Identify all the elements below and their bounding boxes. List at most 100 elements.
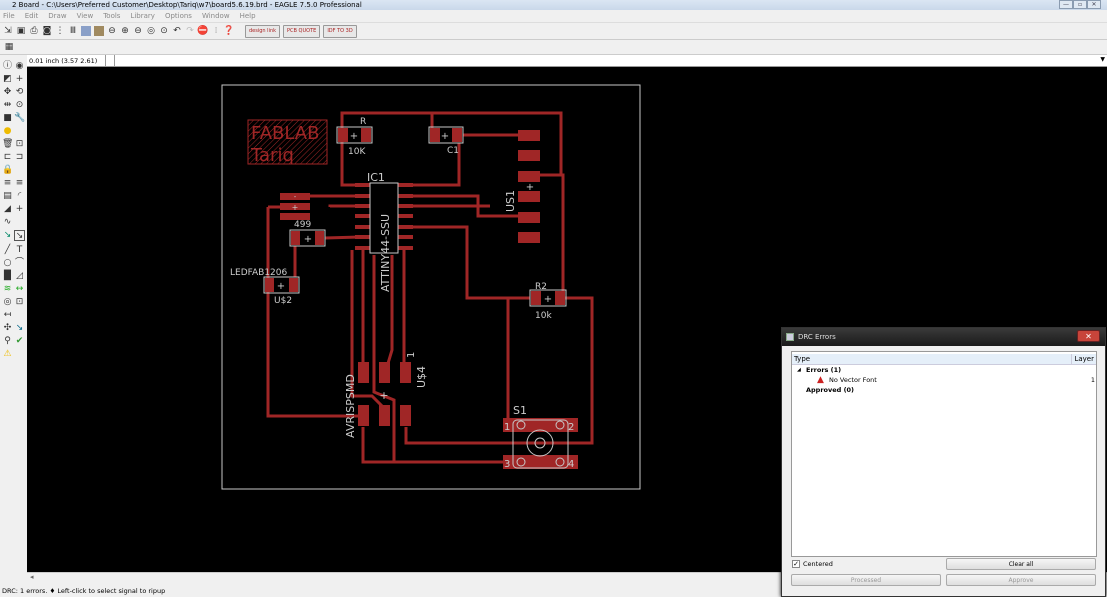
collapse-arrow-icon[interactable]: ◢ [797, 367, 801, 373]
mark-icon[interactable]: + [14, 74, 25, 85]
menu-help[interactable]: Help [240, 10, 256, 22]
maximize-button[interactable]: ▫ [1073, 0, 1087, 9]
status-bar: DRC: 1 errors. ♦ Left-click to select si… [2, 587, 166, 595]
drc-error-list[interactable]: Type Layer ◢ Errors (1) ▲ No Vector Font… [791, 351, 1097, 557]
command-line-spacer [107, 55, 115, 67]
minimize-button[interactable]: — [1059, 0, 1073, 9]
display-icon[interactable]: ◩ [2, 74, 13, 85]
toolbar: ⇲ ▣ ⎙ ◙ ⋮ Ⅲ ⊖ ⊕ ⊖ ◎ ⊙ ↶ ↷ ⛔ ⁞ ❓ design link PCB QUOTE IDF… [0, 22, 1107, 40]
column-layer[interactable]: Layer [1071, 354, 1094, 365]
info-icon[interactable]: ⓘ [2, 61, 13, 72]
zoom-redraw-icon[interactable]: ◎ [146, 26, 156, 36]
menu-options[interactable]: Options [165, 10, 192, 22]
ratsnest-icon[interactable]: ✣ [2, 323, 13, 334]
split-icon[interactable]: ◢ [2, 204, 13, 215]
zoom-fit-icon[interactable]: ⊖ [107, 26, 117, 36]
command-input[interactable] [115, 55, 1095, 67]
change-icon[interactable]: 🔧 [14, 113, 25, 124]
drc-errors-dialog: DRC Errors ✕ Type Layer ◢ Errors (1) ▲ N… [781, 327, 1106, 597]
attribute-icon[interactable]: ⊡ [14, 297, 25, 308]
rect-icon[interactable]: █ [2, 271, 13, 282]
ulp-icon[interactable]: Ⅲ [68, 26, 78, 36]
value-icon[interactable]: ≡ [14, 178, 25, 189]
brd-icon[interactable] [94, 26, 104, 36]
dimension-icon[interactable]: ↤ [2, 310, 13, 321]
redo-icon[interactable]: ↷ [185, 26, 195, 36]
open-icon[interactable]: ⇲ [3, 26, 13, 36]
arc-icon[interactable]: ⌒ [14, 258, 25, 269]
dialog-title: DRC Errors [782, 328, 1105, 346]
print-icon[interactable]: ⎙ [29, 26, 39, 36]
approved-group[interactable]: Approved (0) [806, 386, 854, 394]
circle-icon[interactable]: ○ [2, 258, 13, 269]
name-icon[interactable]: ≡ [2, 178, 13, 189]
menu-edit[interactable]: Edit [25, 10, 39, 22]
rotate-icon[interactable]: ⊙ [14, 100, 25, 111]
lock-icon[interactable]: ⊐ [14, 152, 25, 163]
dropdown-arrow-icon[interactable]: ▼ [1100, 56, 1105, 63]
centered-checkbox[interactable]: ✓ [792, 560, 800, 568]
zoom-out-icon[interactable]: ⊖ [133, 26, 143, 36]
drc-icon[interactable]: ✔ [14, 336, 25, 347]
group-icon[interactable]: ■ [2, 113, 13, 124]
menu-bar: File Edit Draw View Tools Library Options Windo… [0, 10, 1107, 22]
hole-icon[interactable]: ◎ [2, 297, 13, 308]
move-icon[interactable]: ✥ [2, 87, 13, 98]
error-row[interactable]: ▲ No Vector Font 1 [817, 375, 1095, 386]
design-link-button[interactable]: design link [245, 24, 281, 38]
cam-icon[interactable]: ◙ [42, 26, 52, 36]
errors-group[interactable]: Errors (1) [806, 366, 841, 374]
grid-icon[interactable]: ▦ [4, 42, 14, 52]
list-header: Type Layer [792, 354, 1096, 365]
text-icon[interactable]: T [14, 245, 25, 256]
clear-all-button[interactable]: Clear all [946, 558, 1096, 570]
dialog-close-button[interactable]: ✕ [1077, 330, 1100, 342]
smash-icon[interactable]: ▤ [2, 191, 13, 202]
meander-icon[interactable]: ∿ [2, 217, 13, 228]
menu-library[interactable]: Library [130, 10, 154, 22]
optimize-icon[interactable]: + [14, 204, 25, 215]
show-icon[interactable]: ◉ [14, 61, 25, 72]
errors-icon[interactable]: ⚠ [2, 349, 13, 360]
idf-to-3d-button[interactable]: IDF TO 3D [323, 24, 357, 38]
coordinate-bar: 0.01 inch (3.57 2.61) ▼ [27, 55, 1107, 67]
ripup-icon[interactable]: ↘ [14, 230, 25, 241]
via-icon[interactable]: ≋ [2, 284, 13, 295]
zoom-select-icon[interactable]: ⊙ [159, 26, 169, 36]
replace-icon[interactable]: ⊏ [2, 152, 13, 163]
parameter-toolbar: ▦ [0, 40, 1107, 55]
add-icon[interactable]: ⊡ [14, 139, 25, 150]
erc-icon[interactable]: ⚲ [2, 336, 13, 347]
route-icon[interactable]: ↘ [2, 230, 13, 241]
undo-icon[interactable]: ↶ [172, 26, 182, 36]
column-type[interactable]: Type [794, 354, 810, 365]
help-icon[interactable]: ❓ [223, 26, 234, 36]
signal-icon[interactable]: ↔ [14, 284, 25, 295]
dialog-app-icon [786, 333, 794, 341]
sch-icon[interactable] [81, 26, 91, 36]
mirror-icon[interactable]: ⇹ [2, 100, 13, 111]
stop-icon[interactable]: ⛔ [197, 26, 208, 36]
save-icon[interactable]: ▣ [16, 26, 26, 36]
warning-icon: ▲ [817, 375, 824, 385]
command-toolbar: ⓘ ◉ ◩ + ✥ ⟲ ⇹ ⊙ ■ 🔧 ● 🗑 ⊡ ⊏ ⊐ 🔒 ≡ ≡ ▤ ◜ ◢ + ∿ ↘ ↘ ╱… [0, 55, 27, 585]
autorouter-icon[interactable]: ↘ [14, 323, 25, 334]
menu-tools[interactable]: Tools [103, 10, 120, 22]
menu-view[interactable]: View [77, 10, 94, 22]
zoom-in-icon[interactable]: ⊕ [120, 26, 130, 36]
script-icon[interactable]: ⋮ [55, 26, 65, 36]
menu-draw[interactable]: Draw [48, 10, 66, 22]
paste-icon[interactable]: ● [2, 126, 13, 137]
miter-icon[interactable]: ◜ [14, 191, 25, 202]
menu-file[interactable]: File [3, 10, 15, 22]
wire-icon[interactable]: ╱ [2, 245, 13, 256]
copy-icon[interactable]: ⟲ [14, 87, 25, 98]
delete-icon[interactable]: 🗑 [2, 139, 13, 150]
pcb-quote-button[interactable]: PCB QUOTE [283, 24, 321, 38]
go-icon[interactable]: ⁞ [211, 26, 221, 36]
window-title: 2 Board - C:\Users\Preferred Customer\De… [12, 1, 362, 9]
lock-icon[interactable]: 🔒 [2, 165, 13, 176]
close-button[interactable]: ✕ [1087, 0, 1101, 9]
polygon-icon[interactable]: ◿ [14, 271, 25, 282]
menu-window[interactable]: Window [202, 10, 230, 22]
